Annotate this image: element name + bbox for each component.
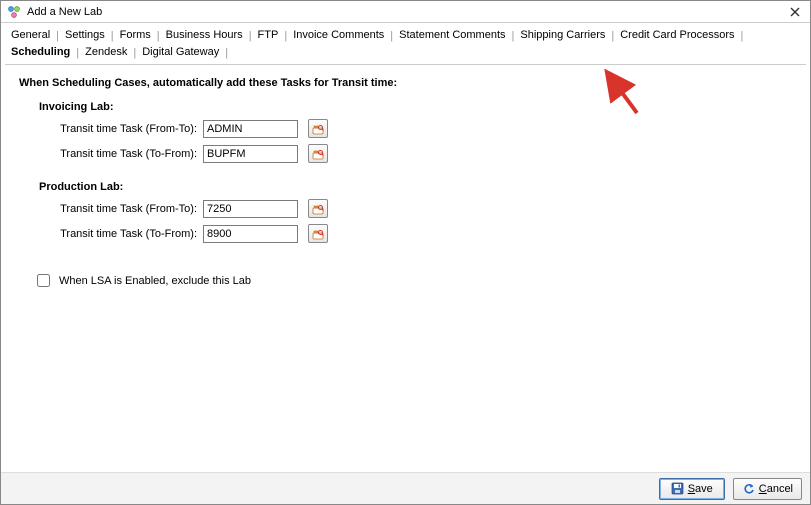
invoicing-to-from-label: Transit time Task (To-From): <box>59 148 199 160</box>
lookup-icon <box>312 148 324 160</box>
invoicing-from-to-row: Transit time Task (From-To): <box>59 119 796 138</box>
dialog-footer: Save Cancel <box>1 472 810 504</box>
invoicing-from-to-input[interactable] <box>203 120 298 138</box>
window-title: Add a New Lab <box>27 6 786 18</box>
production-lab-title: Production Lab: <box>39 181 796 193</box>
invoicing-to-from-row: Transit time Task (To-From): <box>59 144 796 163</box>
lookup-icon <box>312 123 324 135</box>
tab-ftp[interactable]: FTP <box>252 27 285 44</box>
save-button[interactable]: Save <box>659 478 725 500</box>
production-to-from-lookup-button[interactable] <box>308 224 328 243</box>
tab-credit-card-processors[interactable]: Credit Card Processors <box>614 27 740 44</box>
invoicing-from-to-lookup-button[interactable] <box>308 119 328 138</box>
cancel-button[interactable]: Cancel <box>733 478 802 500</box>
production-to-from-label: Transit time Task (To-From): <box>59 228 199 240</box>
tab-settings[interactable]: Settings <box>59 27 111 44</box>
tab-general[interactable]: General <box>5 27 56 44</box>
tab-bar: General| Settings| Forms| Business Hours… <box>1 23 810 62</box>
content-pane: When Scheduling Cases, automatically add… <box>5 64 806 468</box>
lookup-icon <box>312 228 324 240</box>
invoicing-from-to-label: Transit time Task (From-To): <box>59 123 199 135</box>
exclude-lsa-row: When LSA is Enabled, exclude this Lab <box>33 271 796 290</box>
lookup-icon <box>312 203 324 215</box>
tab-shipping-carriers[interactable]: Shipping Carriers <box>514 27 611 44</box>
invoicing-lab-title: Invoicing Lab: <box>39 101 796 113</box>
production-to-from-input[interactable] <box>203 225 298 243</box>
production-to-from-row: Transit time Task (To-From): <box>59 224 796 243</box>
scheduling-heading: When Scheduling Cases, automatically add… <box>19 77 796 89</box>
close-icon <box>790 7 800 17</box>
tab-statement-comments[interactable]: Statement Comments <box>393 27 511 44</box>
dialog-window: Add a New Lab General| Settings| Forms| … <box>0 0 811 505</box>
tab-business-hours[interactable]: Business Hours <box>160 27 249 44</box>
exclude-lsa-label: When LSA is Enabled, exclude this Lab <box>59 275 251 287</box>
tab-scheduling[interactable]: Scheduling <box>5 44 76 61</box>
exclude-lsa-checkbox[interactable] <box>37 274 50 287</box>
production-from-to-label: Transit time Task (From-To): <box>59 203 199 215</box>
production-from-to-lookup-button[interactable] <box>308 199 328 218</box>
production-from-to-row: Transit time Task (From-To): <box>59 199 796 218</box>
tab-digital-gateway[interactable]: Digital Gateway <box>136 44 225 61</box>
close-button[interactable] <box>786 3 804 21</box>
tab-forms[interactable]: Forms <box>114 27 157 44</box>
titlebar: Add a New Lab <box>1 1 810 23</box>
invoicing-to-from-lookup-button[interactable] <box>308 144 328 163</box>
save-disk-icon <box>671 482 684 495</box>
scheduling-panel: When Scheduling Cases, automatically add… <box>5 65 806 468</box>
app-icon <box>7 5 21 19</box>
invoicing-to-from-input[interactable] <box>203 145 298 163</box>
undo-icon <box>742 482 755 495</box>
production-from-to-input[interactable] <box>203 200 298 218</box>
tab-zendesk[interactable]: Zendesk <box>79 44 133 61</box>
tab-invoice-comments[interactable]: Invoice Comments <box>287 27 390 44</box>
